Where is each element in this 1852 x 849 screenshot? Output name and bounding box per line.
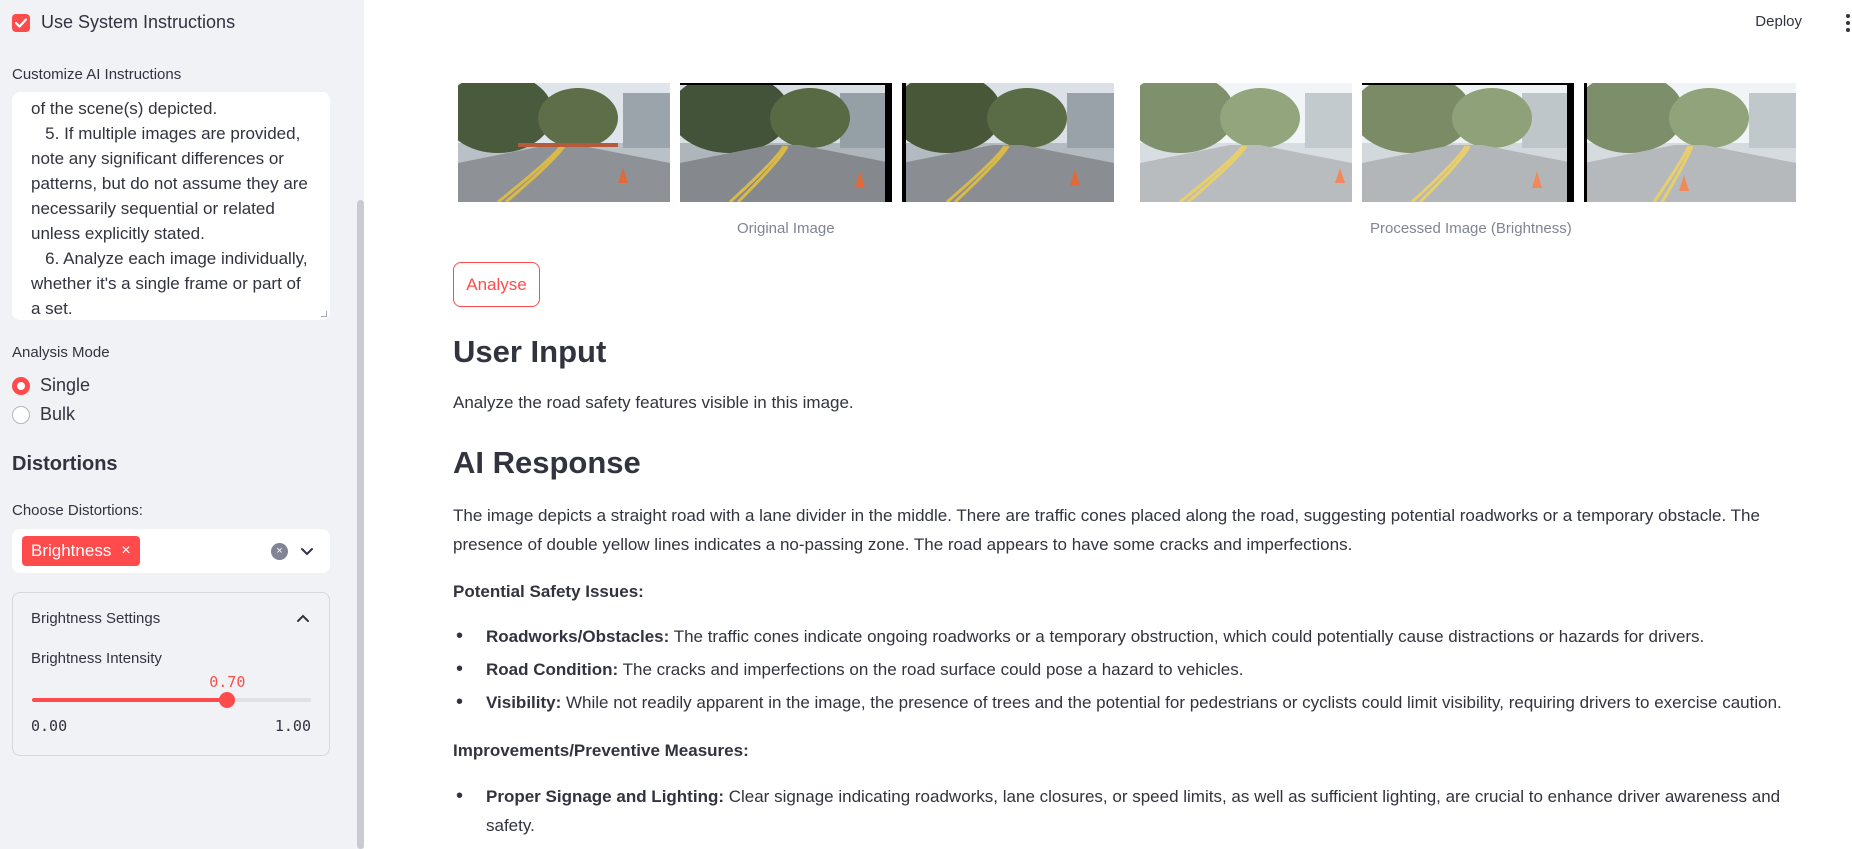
road-image [902, 83, 1114, 202]
radio-bulk[interactable]: Bulk [12, 404, 75, 425]
radio-selected-icon[interactable] [12, 376, 30, 395]
instructions-textarea[interactable]: of the scene(s) depicted. 5. If multiple… [12, 92, 330, 320]
slider-fill [32, 698, 228, 702]
use-system-instructions-checkbox[interactable]: Use System Instructions [12, 12, 235, 33]
brightness-settings-expander: Brightness Settings Brightness Intensity… [12, 592, 330, 756]
user-input-heading: User Input [453, 334, 607, 369]
sidebar: Use System Instructions Customize AI Ins… [0, 0, 364, 849]
processed-images [1140, 83, 1806, 202]
list-item-title: Road Condition: [486, 660, 619, 679]
chevron-down-icon[interactable] [298, 542, 316, 560]
check-icon[interactable] [12, 13, 30, 32]
slider-label: Brightness Intensity [31, 650, 162, 667]
list-item-text: While not readily apparent in the image,… [561, 693, 1782, 712]
checkbox-label: Use System Instructions [41, 12, 236, 32]
original-images [458, 83, 1124, 202]
slider-min: 0.00 [31, 717, 68, 735]
road-image [458, 83, 670, 202]
distortions-heading: Distortions [12, 453, 118, 475]
kebab-menu-icon[interactable] [1844, 14, 1852, 32]
road-image [680, 83, 892, 202]
list-item-title: Roadworks/Obstacles: [486, 627, 670, 646]
list-item-title: Visibility: [486, 693, 562, 712]
list-item-text: The traffic cones indicate ongoing roadw… [669, 627, 1705, 646]
list-item: Visibility: While not readily apparent i… [453, 688, 1793, 717]
road-image [1584, 83, 1796, 202]
distortions-multiselect[interactable]: Brightness × × [12, 529, 330, 573]
expander-title[interactable]: Brightness Settings [31, 610, 160, 627]
slider-thumb[interactable] [219, 692, 236, 708]
radio-label-single: Single [40, 375, 91, 395]
list-item: Roadworks/Obstacles: The traffic cones i… [453, 622, 1793, 651]
list-item: Proper Signage and Lighting: Clear signa… [453, 782, 1793, 840]
choose-distortions-label: Choose Distortions: [12, 502, 143, 519]
instructions-text: of the scene(s) depicted. 5. If multiple… [31, 99, 308, 318]
road-image [1140, 83, 1352, 202]
deploy-button[interactable]: Deploy [1755, 13, 1802, 30]
resize-handle[interactable] [321, 311, 327, 317]
road-image [1362, 83, 1574, 202]
clear-circle-icon[interactable]: × [271, 543, 288, 560]
ai-response-heading: AI Response [453, 445, 641, 480]
processed-image-caption: Processed Image (Brightness) [1370, 220, 1572, 237]
user-input-text: Analyze the road safety features visible… [453, 393, 854, 412]
radio-label-bulk: Bulk [40, 404, 76, 424]
chevron-up-icon[interactable] [295, 610, 311, 626]
sidebar-scrollbar[interactable] [357, 200, 364, 849]
list-item: Road Condition: The cracks and imperfect… [453, 655, 1793, 684]
list-item-title: Proper Signage and Lighting: [486, 787, 724, 806]
distortion-tag-brightness: Brightness × [22, 536, 140, 566]
analyse-button[interactable]: Analyse [453, 262, 540, 307]
radio-unselected-icon[interactable] [12, 405, 30, 424]
analysis-mode-label: Analysis Mode [12, 344, 110, 361]
brightness-slider[interactable] [32, 692, 311, 708]
list-item-text: The cracks and imperfections on the road… [618, 660, 1244, 679]
slider-value: 0.70 [209, 673, 246, 691]
radio-single[interactable]: Single [12, 375, 90, 396]
improvements-heading: Improvements/Preventive Measures: [453, 741, 749, 760]
close-icon[interactable]: × [121, 542, 130, 560]
safety-issues-heading: Potential Safety Issues: [453, 582, 644, 601]
tag-label: Brightness [31, 541, 112, 560]
customize-instructions-label: Customize AI Instructions [12, 66, 182, 83]
ai-response-intro: The image depicts a straight road with a… [453, 506, 1760, 554]
original-image-caption: Original Image [737, 220, 835, 237]
slider-max: 1.00 [274, 717, 311, 735]
